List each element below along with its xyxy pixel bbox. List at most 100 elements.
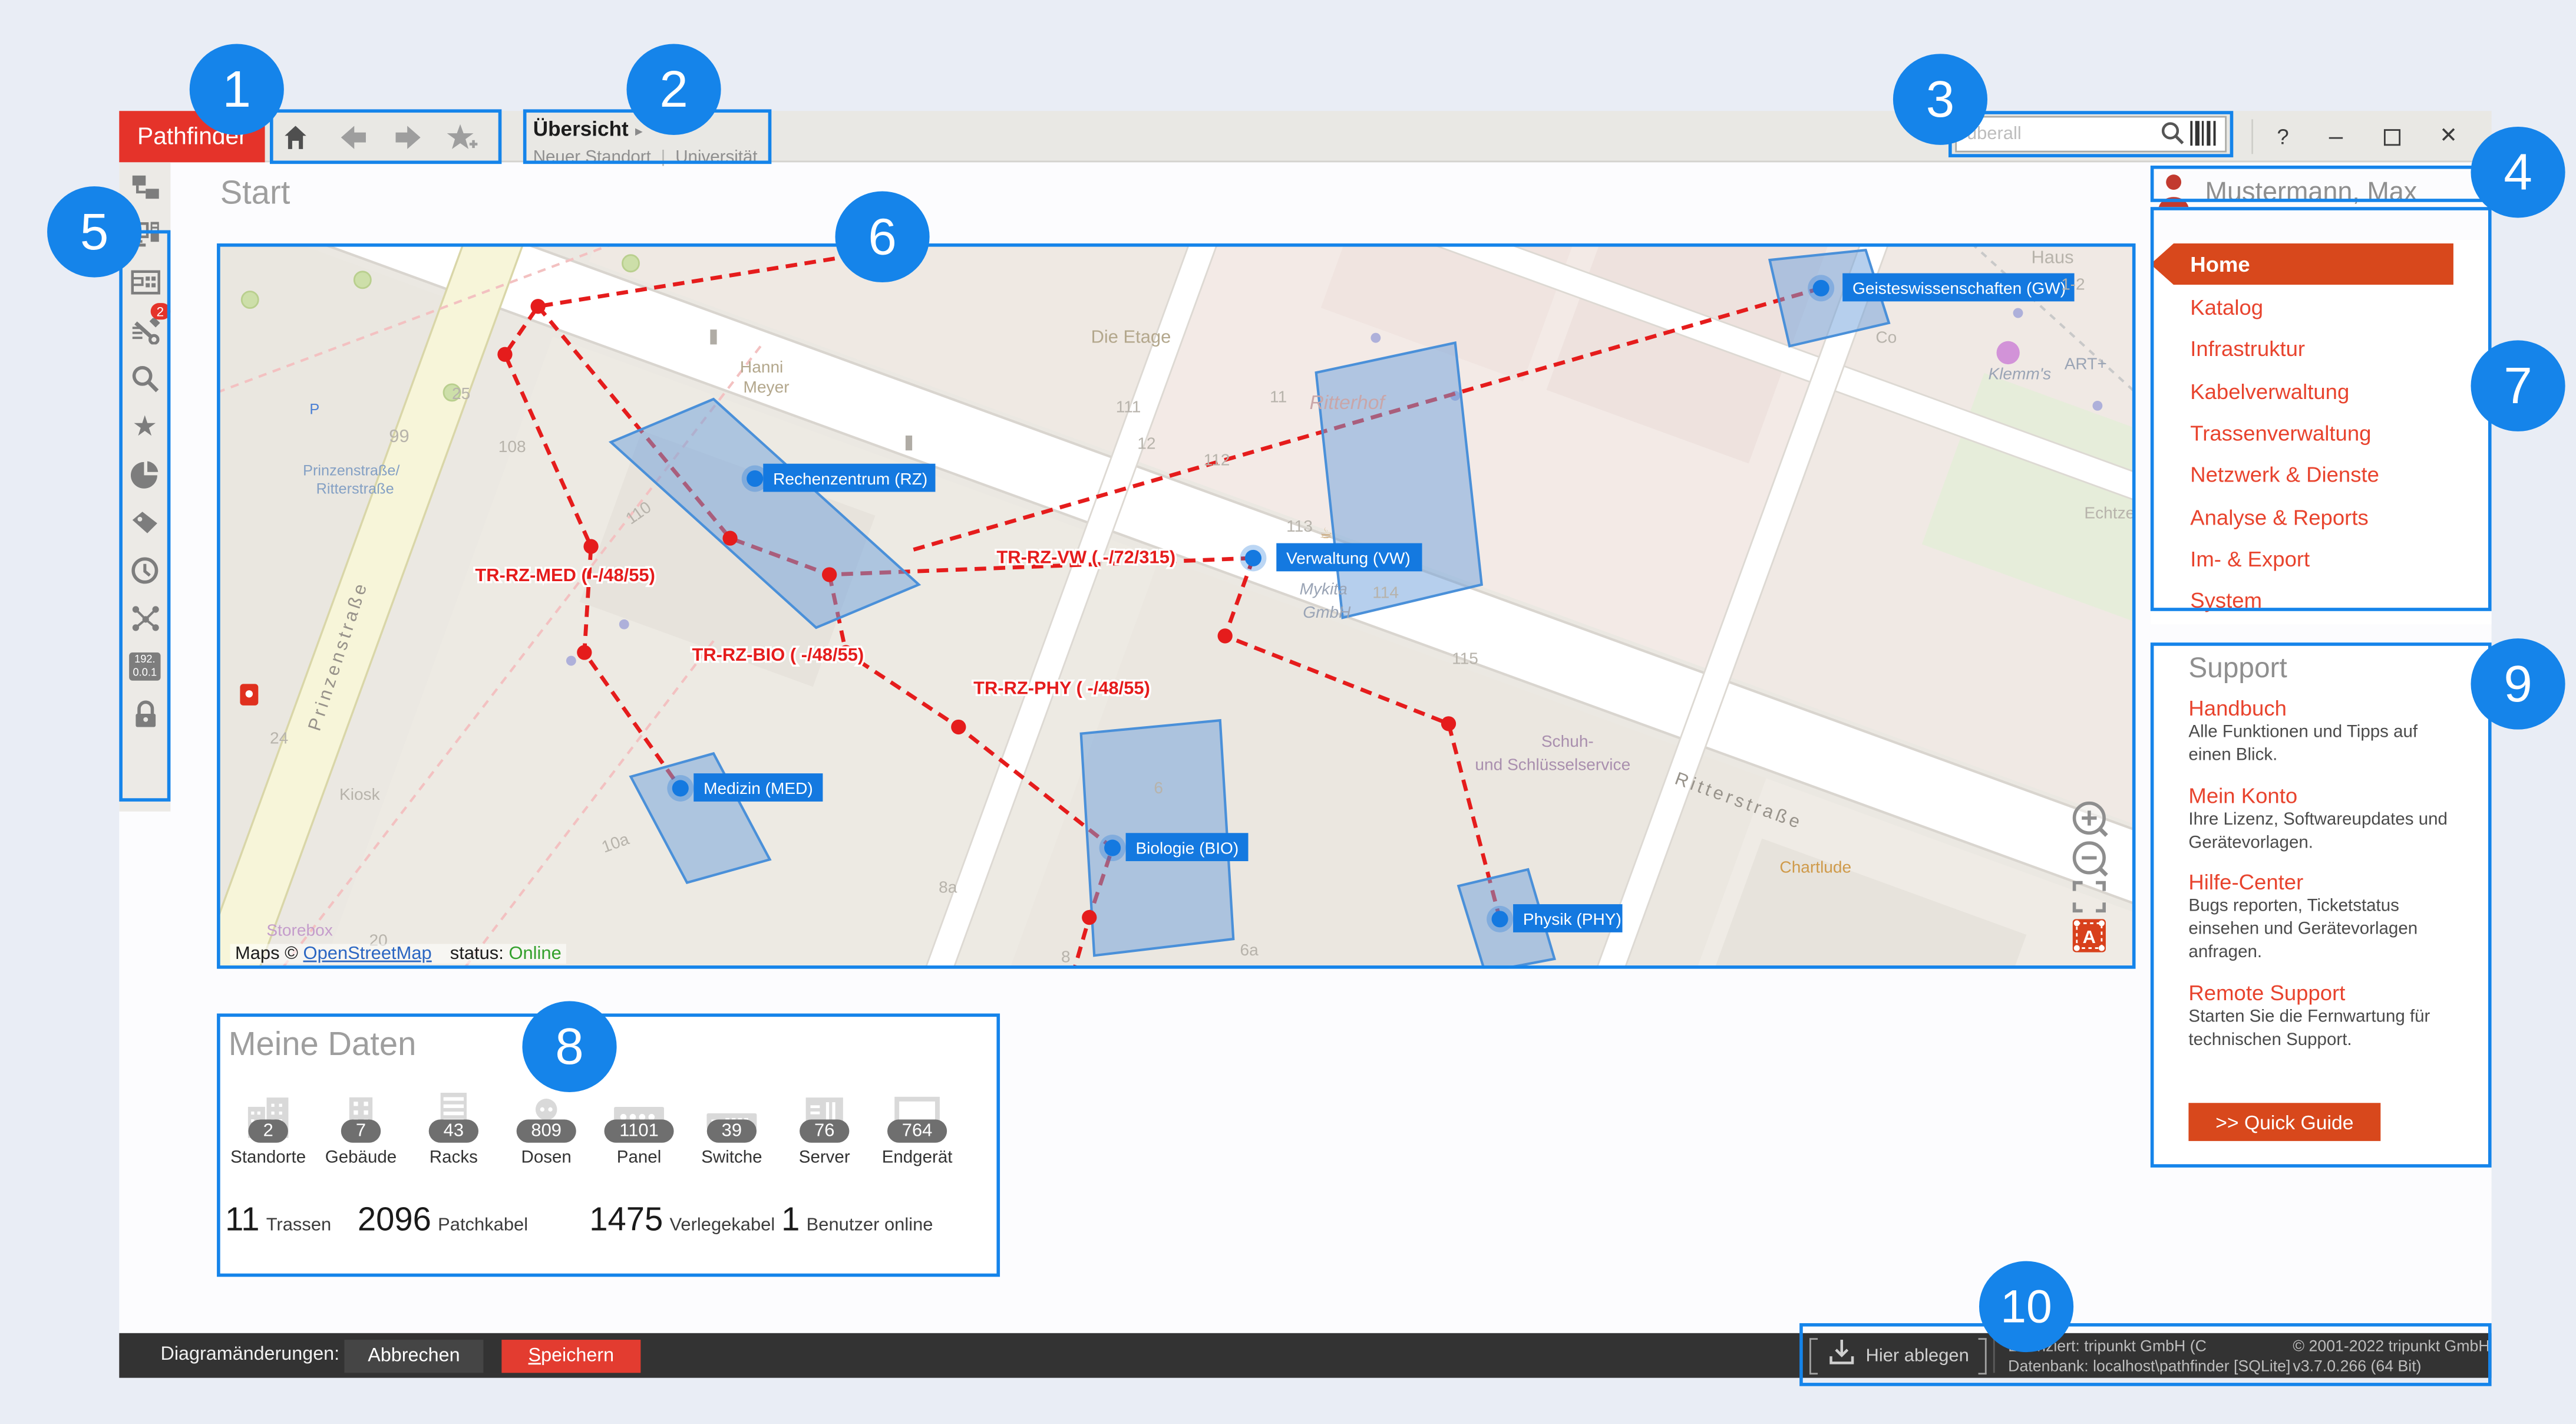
topology-icon[interactable] bbox=[119, 595, 170, 642]
search-icon[interactable] bbox=[119, 354, 170, 402]
meine-daten-item-geb-ude[interactable]: 7Gebäude bbox=[315, 1076, 407, 1168]
status-value: Online bbox=[508, 944, 561, 964]
menu-item-netzwerk-dienste[interactable]: Netzwerk & Dienste bbox=[2151, 454, 2492, 496]
sites-icon[interactable] bbox=[119, 162, 170, 210]
meine-daten-item-switche[interactable]: 39Switche bbox=[685, 1076, 778, 1168]
menu-item-system[interactable]: System bbox=[2151, 580, 2492, 622]
favorites-icon[interactable]: ★ bbox=[119, 403, 170, 450]
meine-daten-item-dosen[interactable]: 809Dosen bbox=[500, 1076, 593, 1168]
svg-text:Echtze: Echtze bbox=[2084, 503, 2135, 522]
lock-icon[interactable] bbox=[119, 691, 170, 739]
statusbar-divider bbox=[1993, 1338, 1995, 1373]
count-badge: 43 bbox=[428, 1119, 478, 1142]
count-badge: 2 bbox=[248, 1119, 288, 1142]
forward-icon[interactable] bbox=[389, 121, 425, 154]
history-icon[interactable] bbox=[119, 546, 170, 594]
save-rest: peichern bbox=[541, 1346, 614, 1366]
global-search bbox=[1955, 116, 2227, 153]
menu-item-infrastruktur[interactable]: Infrastruktur bbox=[2151, 328, 2492, 370]
license-info: Lizenziert: tripunkt GmbH (C Datenbank: … bbox=[2008, 1338, 2290, 1377]
support-desc-remote-support: Starten Sie die Fernwartung für technisc… bbox=[2188, 1007, 2456, 1053]
menu-item-home[interactable]: Home bbox=[2151, 243, 2453, 285]
meine-daten-item-standorte[interactable]: 2Standorte bbox=[222, 1076, 314, 1168]
workstation-icon[interactable] bbox=[119, 210, 170, 258]
svg-text:Hanni: Hanni bbox=[740, 358, 783, 376]
item-label: Switche bbox=[701, 1148, 762, 1168]
copyright-line: © 2001-2022 tripunkt GmbH bbox=[2293, 1338, 2489, 1357]
svg-text:Schuh-: Schuh- bbox=[1541, 732, 1594, 750]
support-link-mein-konto[interactable]: Mein Konto bbox=[2188, 783, 2456, 807]
building-verwaltung-vw[interactable] bbox=[1316, 343, 1482, 618]
back-icon[interactable] bbox=[336, 121, 372, 154]
breadcrumb[interactable]: Übersicht ▸ Neuer Standort | Universität bbox=[533, 114, 758, 167]
close-button[interactable]: ✕ bbox=[2430, 117, 2467, 154]
menu-item-analyse-reports[interactable]: Analyse & Reports bbox=[2151, 496, 2492, 538]
drop-bracket-right bbox=[1979, 1337, 1987, 1374]
save-accesskey: S bbox=[529, 1346, 541, 1366]
stat-verlegekabel: 1475Verlegekabel bbox=[589, 1202, 775, 1241]
floorplan-icon[interactable] bbox=[119, 258, 170, 306]
stat-trassen: 11Trassen bbox=[225, 1202, 331, 1241]
search-icon[interactable] bbox=[2161, 121, 2185, 154]
svg-text:Ritterhof: Ritterhof bbox=[1309, 391, 1386, 414]
item-label: Server bbox=[799, 1148, 850, 1168]
support-link-hilfe-center[interactable]: Hilfe-Center bbox=[2188, 870, 2456, 895]
meine-daten-item-server[interactable]: 76Server bbox=[778, 1076, 871, 1168]
barcode-scan-icon[interactable] bbox=[2190, 121, 2217, 154]
ip-address-icon[interactable]: 192.0.0.1 bbox=[119, 642, 170, 690]
quick-guide-button[interactable]: >> Quick Guide bbox=[2188, 1103, 2380, 1141]
zoom-in-icon[interactable] bbox=[2075, 803, 2107, 836]
app-logo[interactable]: Pathfinder bbox=[119, 111, 265, 162]
menu-item-kabelverwaltung[interactable]: Kabelverwaltung bbox=[2151, 370, 2492, 412]
breadcrumb-sub-left[interactable]: Neuer Standort bbox=[533, 147, 651, 167]
tools-icon[interactable]: 2 bbox=[119, 306, 170, 354]
breadcrumb-title[interactable]: Übersicht bbox=[533, 117, 629, 140]
meine-daten-item-racks[interactable]: 43Racks bbox=[407, 1076, 500, 1168]
breadcrumb-arrow-icon: ▸ bbox=[635, 123, 643, 139]
version-info: © 2001-2022 tripunkt GmbH v3.7.0.266 (64… bbox=[2293, 1338, 2489, 1377]
breadcrumb-separator: | bbox=[661, 147, 666, 167]
breadcrumb-sub-right[interactable]: Universität bbox=[675, 147, 757, 167]
save-button[interactable]: Speichern bbox=[501, 1339, 640, 1372]
zoom-out-icon[interactable] bbox=[2075, 843, 2107, 875]
meine-daten-item-endger-t[interactable]: 764 Endgerät bbox=[871, 1076, 963, 1168]
add-favorite-icon[interactable] bbox=[445, 121, 482, 154]
count-badge: 764 bbox=[887, 1119, 947, 1142]
map-canvas[interactable]: TR-RZ-MED ( -/48/55)TR-RZ-BIO ( -/48/55)… bbox=[217, 243, 2135, 969]
restore-button[interactable] bbox=[2374, 117, 2410, 154]
drop-zone[interactable]: Hier ablegen bbox=[1809, 1336, 1987, 1374]
support-link-handbuch[interactable]: Handbuch bbox=[2188, 695, 2456, 720]
menu-item-im-export[interactable]: Im- & Export bbox=[2151, 538, 2492, 580]
menu-item-katalog[interactable]: Katalog bbox=[2151, 286, 2492, 328]
help-button[interactable]: ? bbox=[2265, 117, 2301, 154]
svg-text:111: 111 bbox=[1116, 398, 1141, 416]
annotation-mode-icon[interactable]: A bbox=[2073, 919, 2106, 952]
search-input[interactable] bbox=[1955, 116, 2227, 153]
support-link-remote-support[interactable]: Remote Support bbox=[2188, 980, 2456, 1005]
tag-icon[interactable] bbox=[119, 499, 170, 546]
menu-item-trassenverwaltung[interactable]: Trassenverwaltung bbox=[2151, 412, 2492, 454]
item-label: Endgerät bbox=[882, 1148, 953, 1168]
version-line: v3.7.0.266 (64 Bit) bbox=[2293, 1358, 2489, 1377]
stat-patchkabel: 2096Patchkabel bbox=[358, 1202, 528, 1241]
home-icon[interactable] bbox=[276, 121, 313, 154]
user-account[interactable]: Mustermann, Max bbox=[2155, 172, 2417, 215]
item-label: Gebäude bbox=[325, 1148, 397, 1168]
svg-text:Biologie (BIO): Biologie (BIO) bbox=[1135, 839, 1239, 857]
svg-text:Mykita: Mykita bbox=[1300, 580, 1348, 598]
minimize-button[interactable]: – bbox=[2318, 117, 2354, 154]
drop-bracket-left bbox=[1809, 1337, 1818, 1374]
osm-link[interactable]: OpenStreetMap bbox=[303, 944, 432, 964]
svg-text:Chartlude: Chartlude bbox=[1779, 858, 1851, 876]
meine-daten-item-panel[interactable]: 1101Panel bbox=[593, 1076, 685, 1168]
svg-text:Prinzenstraße/: Prinzenstraße/ bbox=[303, 462, 400, 479]
pie-chart-icon[interactable] bbox=[119, 450, 170, 498]
svg-text:24: 24 bbox=[270, 729, 288, 747]
cancel-button[interactable]: Abbrechen bbox=[344, 1339, 483, 1372]
map-view[interactable]: TR-RZ-MED ( -/48/55)TR-RZ-BIO ( -/48/55)… bbox=[217, 243, 2135, 969]
svg-text:Verwaltung (VW): Verwaltung (VW) bbox=[1286, 549, 1411, 568]
support-desc-handbuch: Alle Funktionen und Tipps auf einen Blic… bbox=[2188, 722, 2456, 768]
toolbar-divider bbox=[2251, 119, 2253, 154]
meine-daten-title: Meine Daten bbox=[229, 1027, 417, 1065]
status-label: status: bbox=[450, 944, 504, 964]
